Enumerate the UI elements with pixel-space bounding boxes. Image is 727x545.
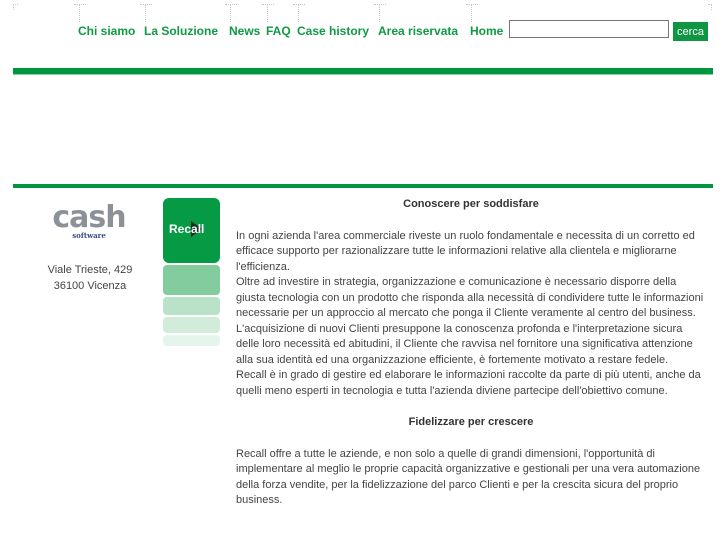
decorative-block — [163, 335, 220, 346]
decorative-tick — [74, 4, 86, 22]
decorative-tick — [708, 4, 720, 22]
article-paragraph: Recall è in grado di gestire ed elaborar… — [236, 369, 701, 397]
article: Conoscere per soddisfare In ogni azienda… — [236, 197, 706, 509]
nav-la-soluzione[interactable]: La Soluzione — [144, 24, 218, 38]
nav-news[interactable]: News — [229, 24, 260, 38]
search-input[interactable] — [509, 20, 669, 38]
article-paragraph: Oltre ad investire in strategia, organiz… — [236, 276, 704, 319]
address-street: Viale Trieste, 429 — [47, 264, 133, 276]
logo-main-text: cash — [52, 200, 126, 235]
decorative-block — [163, 265, 220, 295]
section-heading-1: Conoscere per soddisfare — [403, 198, 539, 210]
cash-software-logo: cash software — [48, 203, 130, 240]
decorative-block — [163, 317, 220, 333]
content-divider — [13, 184, 713, 188]
recall-logo-text: Recall — [169, 222, 205, 236]
decorative-tick — [225, 4, 237, 22]
article-paragraph: L'acquisizione di nuovi Clienti presuppo… — [236, 322, 693, 366]
decorative-tick — [293, 4, 305, 22]
decorative-tick — [466, 4, 478, 22]
nav-case-history[interactable]: Case history — [297, 24, 369, 38]
article-paragraph: Recall offre a tutte le aziende, e non s… — [236, 447, 701, 507]
search-button[interactable]: cerca — [673, 22, 708, 41]
decorative-tick — [13, 4, 25, 22]
decorative-tick — [140, 4, 152, 22]
decorative-tick — [374, 4, 386, 22]
decorative-tick — [262, 4, 274, 22]
address-city: 36100 Vicenza — [53, 280, 127, 292]
header-divider — [13, 68, 713, 75]
recall-logo: Recall — [163, 198, 220, 263]
company-address: Viale Trieste, 429 36100 Vicenza — [40, 262, 140, 294]
article-paragraph: In ogni azienda l'area commerciale rives… — [236, 229, 695, 273]
decorative-block — [163, 297, 220, 315]
nav-faq[interactable]: FAQ — [266, 24, 291, 38]
section-heading-2: Fidelizzare per crescere — [408, 416, 534, 428]
nav-chi-siamo[interactable]: Chi siamo — [78, 24, 135, 38]
nav-area-riservata[interactable]: Area riservata — [378, 24, 458, 38]
nav-home[interactable]: Home — [470, 24, 503, 38]
